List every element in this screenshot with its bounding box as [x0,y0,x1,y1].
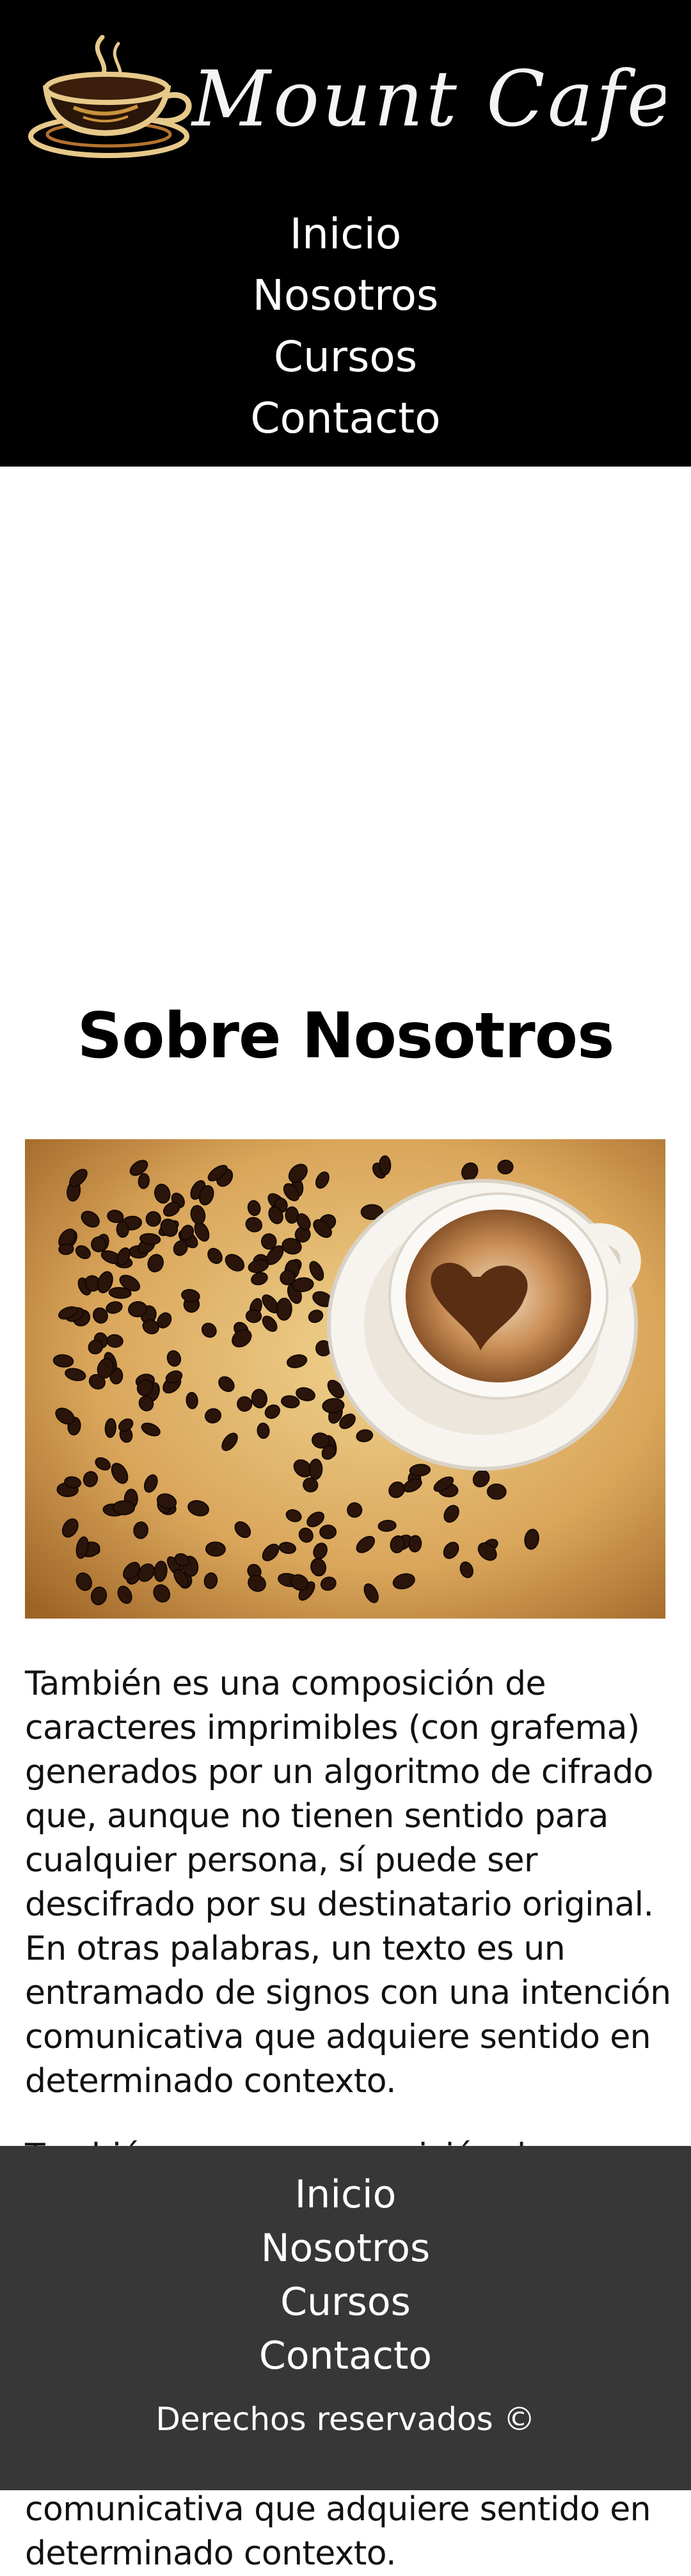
coffee-bean [308,1459,323,1480]
header-navigation: Inicio Nosotros Cursos Contacto [0,204,691,449]
nav-link-cursos[interactable]: Cursos [0,326,691,388]
footer-link-inicio[interactable]: Inicio [0,2168,691,2221]
logo-wordmark: Mount Cafe [191,55,665,144]
copyright-text: Derechos reservados © [155,2401,536,2438]
site-footer: Inicio Nosotros Cursos Contacto Derechos… [0,2146,691,2490]
footer-link-cursos[interactable]: Cursos [0,2275,691,2329]
coffee-bean [58,1243,74,1255]
coffee-bean [112,1500,136,1516]
coffee-bean [319,1524,337,1540]
coffee-bean [285,1206,299,1224]
page-title: Sobre Nosotros [77,1000,615,1073]
nav-link-inicio[interactable]: Inicio [0,204,691,265]
site-logo[interactable]: Mount Cafe [26,24,665,165]
footer-link-contacto[interactable]: Contacto [0,2329,691,2383]
coffee-bean [379,1155,392,1176]
coffee-bean [145,1211,161,1227]
site-header: Mount Cafe Inicio Nosotros Cursos Contac… [0,0,691,467]
coffee-bean [486,1483,507,1500]
coffee-bean [257,1422,270,1439]
footer-link-nosotros[interactable]: Nosotros [0,2221,691,2275]
nav-link-contacto[interactable]: Contacto [0,388,691,449]
nav-link-nosotros[interactable]: Nosotros [0,265,691,326]
coffee-bean [497,1159,514,1175]
coffee-cup-icon: Mount Cafe [28,35,665,158]
coffee-photo [25,1139,665,1619]
coffee-bean [205,1541,226,1557]
coffee-bean [276,1297,292,1321]
coffee-bean [116,1221,129,1238]
footer-navigation: Inicio Nosotros Cursos Contacto [0,2168,691,2383]
about-paragraph-1: También es una composición de caracteres… [25,1665,671,2100]
coffee-bean [245,1309,262,1324]
